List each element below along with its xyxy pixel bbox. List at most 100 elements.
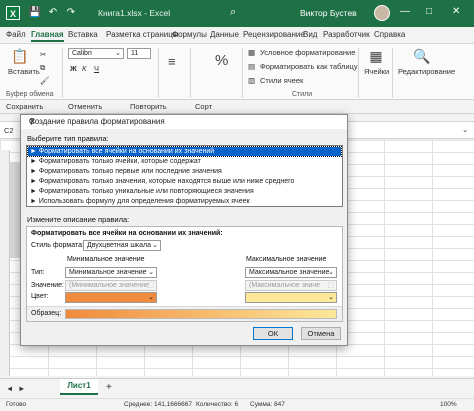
chevron-down-icon: ⌄ [328, 269, 334, 276]
minimum-type-value: Минимальное значение [69, 269, 147, 276]
format-table-icon[interactable]: ▤ [248, 62, 255, 71]
tab-data[interactable]: Данные [210, 30, 239, 39]
format-style-select[interactable]: Двухцветная шкала ⌄ [83, 240, 161, 251]
separator [158, 48, 159, 98]
clipboard-group-label: Буфер обмена [6, 91, 54, 98]
tab-formulas[interactable]: Формулы [172, 30, 207, 39]
conditional-formatting-button[interactable]: Условное форматирование [260, 48, 355, 57]
conditional-formatting-icon[interactable]: ▦ [248, 48, 255, 57]
qat-save-button[interactable]: Сохранить [6, 102, 43, 111]
close-icon[interactable]: ✕ [29, 117, 342, 126]
paste-button[interactable]: Вставить [8, 67, 40, 76]
redo-icon[interactable]: ↷ [64, 6, 78, 20]
list-item[interactable]: ► Форматировать все ячейки на основании … [27, 146, 342, 157]
cancel-button[interactable]: Отмена [301, 327, 341, 340]
minimum-color-picker[interactable]: ⌄ [65, 292, 157, 303]
chevron-down-icon: ⌄ [328, 294, 334, 301]
zoom-level[interactable]: 100% [440, 401, 457, 408]
font-name-select[interactable]: Calibri ⌄ [68, 48, 124, 59]
excel-logo-icon: X [6, 6, 20, 20]
minimize-icon[interactable]: — [400, 6, 410, 17]
preview-label: Образец: [31, 310, 62, 317]
cells-icon[interactable]: ▦ [366, 48, 386, 65]
undo-icon[interactable]: ↶ [46, 6, 60, 20]
add-sheet-icon[interactable]: + [106, 382, 112, 393]
chevron-down-icon: ⌄ [115, 50, 121, 57]
cell-styles-icon[interactable]: ▥ [248, 76, 255, 85]
cut-icon[interactable]: ✂ [40, 50, 46, 59]
list-item[interactable]: ► Форматировать только ячейки, которые с… [28, 157, 341, 166]
qat-redo-button[interactable]: Повторить [130, 102, 167, 111]
tab-insert[interactable]: Вставка [68, 30, 98, 39]
avatar[interactable] [374, 5, 390, 21]
tab-file[interactable]: Файл [6, 30, 26, 39]
format-painter-icon[interactable]: 🖌 [40, 76, 50, 85]
tab-page-layout[interactable]: Разметка страницы [106, 30, 179, 39]
close-icon[interactable]: ✕ [452, 6, 460, 17]
list-item[interactable]: ► Использовать формулу для определения ф… [28, 197, 341, 206]
minimum-type-select[interactable]: Минимальное значение ⌄ [65, 267, 157, 278]
sheet-tab-list1[interactable]: Лист1 [60, 379, 98, 395]
format-style-label: Стиль формата: [31, 242, 84, 249]
separator [62, 48, 63, 98]
qat-undo-button[interactable]: Отменить [68, 102, 102, 111]
expand-formula-icon[interactable]: ⌄ [462, 125, 468, 134]
maximum-color-picker[interactable]: ⌄ [245, 292, 337, 303]
qat-sort-button[interactable]: Сорт [195, 102, 212, 111]
search-icon[interactable]: ⌕ [230, 6, 236, 19]
tab-developer[interactable]: Разработчик [323, 30, 370, 39]
status-bar: Готово Среднее: 141,1666667 Количество: … [0, 398, 474, 411]
tab-review[interactable]: Рецензирование [243, 30, 305, 39]
editing-button[interactable]: Редактирование [398, 67, 455, 76]
rule-type-list[interactable]: ► Форматировать все ячейки на основании … [26, 145, 343, 207]
separator [190, 48, 191, 98]
ok-button[interactable]: ОК [253, 327, 293, 340]
status-average: Среднее: 141,1666667 [124, 401, 192, 408]
paste-icon[interactable]: 📋 [10, 48, 30, 65]
editing-icon[interactable]: 🔍 [412, 48, 432, 65]
styles-group-label: Стили [292, 91, 313, 98]
name-box[interactable]: C2 [4, 126, 14, 135]
italic-icon[interactable]: К [82, 64, 86, 73]
new-formatting-rule-dialog: Создание правила форматирования ? ✕ Выбе… [20, 114, 348, 346]
list-item[interactable]: ► Форматировать только значения, которые… [28, 177, 341, 186]
edit-description-label: Измените описание правила: [27, 215, 130, 224]
range-picker-icon[interactable]: ⬚ [327, 281, 334, 290]
quick-access-toolbar: Сохранить Отменить Повторить Сорт [0, 100, 474, 114]
cell-styles-button[interactable]: Стили ячеек [260, 76, 303, 85]
align-icon[interactable]: ≡ [168, 54, 176, 69]
maximize-icon[interactable]: □ [426, 6, 432, 17]
tab-home[interactable]: Главная [31, 30, 64, 42]
underline-icon[interactable]: Ч [94, 64, 99, 73]
separator [358, 48, 359, 98]
sheet-tab-label: Лист1 [67, 381, 91, 390]
next-sheet-icon[interactable]: ► [18, 384, 25, 393]
list-item[interactable]: ► Форматировать только первые или послед… [28, 167, 341, 176]
maximum-type-select[interactable]: Максимальное значение ⌄ [245, 267, 337, 278]
preview-row: Образец: [27, 306, 342, 321]
ribbon: 📋 Вставить ✂ ⧉ 🖌 Буфер обмена Calibri ⌄ 1… [0, 44, 474, 100]
font-name-value: Calibri [72, 50, 92, 57]
tab-help[interactable]: Справка [374, 30, 405, 39]
maximum-value-field[interactable]: (Максимальное значе ⬚ [245, 280, 337, 291]
font-size-select[interactable]: 11 [127, 48, 151, 59]
copy-icon[interactable]: ⧉ [40, 63, 45, 73]
range-picker-icon[interactable]: ⬚ [147, 281, 154, 290]
rule-description-box: Форматировать все ячейки на основании их… [26, 226, 343, 322]
percent-icon[interactable]: % [215, 52, 228, 69]
sheet-tab-bar: ◄ ► Лист1 + [0, 378, 474, 398]
minimum-value-field[interactable]: (Минимальное значение ⬚ [65, 280, 157, 291]
list-item[interactable]: ► Форматировать только уникальные или по… [28, 187, 341, 196]
minimum-heading: Минимальное значение [67, 256, 145, 263]
prev-sheet-icon[interactable]: ◄ [6, 384, 13, 393]
cells-button[interactable]: Ячейки [364, 67, 389, 76]
description-heading: Форматировать все ячейки на основании их… [31, 230, 223, 237]
chevron-down-icon: ⌄ [148, 269, 154, 276]
user-name[interactable]: Виктор Бустев [300, 8, 357, 18]
save-icon[interactable]: 💾 [28, 6, 42, 20]
format-as-table-button[interactable]: Форматировать как таблицу [260, 62, 358, 71]
bold-icon[interactable]: Ж [70, 64, 77, 73]
tab-view[interactable]: Вид [303, 30, 317, 39]
title-bar: X 💾 ↶ ↷ Книга1.xlsx - Excel ⌕ Виктор Бус… [0, 0, 474, 27]
format-style-value: Двухцветная шкала [87, 242, 152, 249]
